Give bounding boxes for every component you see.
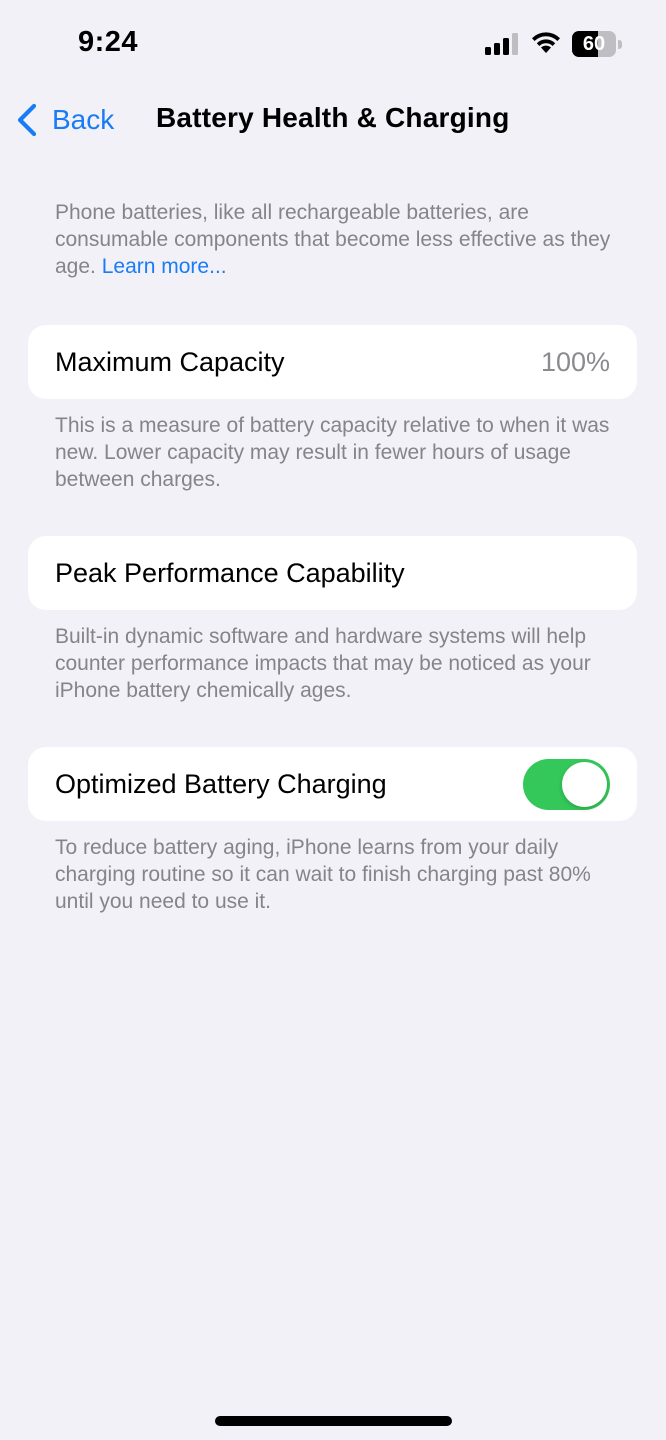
battery-tip [618, 40, 622, 49]
learn-more-link[interactable]: Learn more... [102, 255, 227, 278]
battery-icon: 60 [572, 31, 622, 57]
peak-performance-cell[interactable]: Peak Performance Capability [28, 536, 637, 610]
maximum-capacity-cell: Maximum Capacity 100% [28, 325, 637, 399]
optimized-charging-label: Optimized Battery Charging [55, 769, 387, 799]
peak-performance-footer: Built-in dynamic software and hardware s… [55, 625, 591, 702]
maximum-capacity-label: Maximum Capacity [55, 347, 285, 377]
chevron-left-icon [17, 103, 37, 137]
back-label: Back [52, 104, 115, 135]
cellular-signal-icon [485, 33, 518, 55]
maximum-capacity-value: 100% [540, 347, 610, 377]
page-title: Battery Health & Charging [156, 102, 510, 133]
battery-body: 60 [572, 31, 616, 57]
battery-level-text: 60 [582, 33, 606, 55]
status-bar: 9:24 60 [0, 0, 666, 90]
optimized-charging-footer: To reduce battery aging, iPhone learns f… [55, 836, 591, 913]
maximum-capacity-footer: This is a measure of battery capacity re… [55, 414, 610, 491]
intro-description: Phone batteries, like all rechargeable b… [55, 199, 625, 280]
toggle-knob [562, 762, 607, 807]
optimized-charging-cell: Optimized Battery Charging [28, 747, 637, 821]
navigation-bar: Back Battery Health & Charging [0, 90, 666, 150]
home-indicator[interactable] [215, 1416, 452, 1426]
status-time: 9:24 [78, 26, 139, 58]
wifi-icon [532, 32, 560, 53]
peak-performance-label: Peak Performance Capability [55, 558, 405, 588]
optimized-charging-toggle[interactable] [523, 759, 610, 810]
back-button[interactable]: Back [14, 100, 114, 140]
